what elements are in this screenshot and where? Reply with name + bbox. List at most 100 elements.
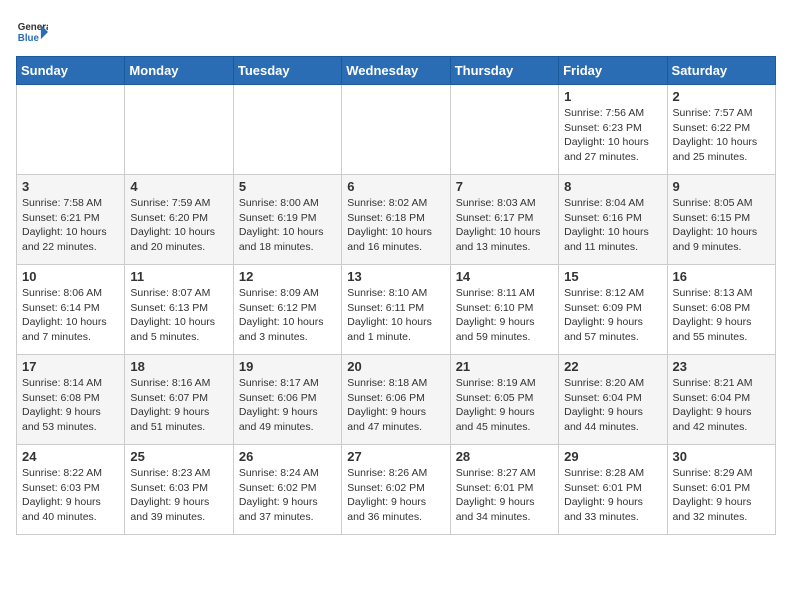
day-info: Sunrise: 8:14 AM Sunset: 6:08 PM Dayligh… bbox=[22, 376, 119, 435]
calendar-cell: 23Sunrise: 8:21 AM Sunset: 6:04 PM Dayli… bbox=[667, 355, 775, 445]
day-info: Sunrise: 8:03 AM Sunset: 6:17 PM Dayligh… bbox=[456, 196, 553, 255]
weekday-header-thursday: Thursday bbox=[450, 57, 558, 85]
logo-icon: General Blue bbox=[16, 16, 48, 48]
day-info: Sunrise: 8:13 AM Sunset: 6:08 PM Dayligh… bbox=[673, 286, 770, 345]
calendar-cell: 10 Sunrise: 8:06 AM Sunset: 6:14 PM Dayli… bbox=[17, 265, 125, 355]
day-number: 6 bbox=[347, 179, 444, 194]
logo: General Blue bbox=[16, 16, 48, 48]
calendar-cell: 1 Sunrise: 7:56 AM Sunset: 6:23 PM Daylig… bbox=[559, 85, 667, 175]
day-info: Sunrise: 8:16 AM Sunset: 6:07 PM Dayligh… bbox=[130, 376, 227, 435]
day-number: 10 bbox=[22, 269, 119, 284]
calendar-week-1: 1 Sunrise: 7:56 AM Sunset: 6:23 PM Daylig… bbox=[17, 85, 776, 175]
calendar-cell bbox=[17, 85, 125, 175]
calendar-cell: 22 Sunrise: 8:20 AM Sunset: 6:04 PM Dayli… bbox=[559, 355, 667, 445]
day-number: 15 bbox=[564, 269, 661, 284]
calendar-cell: 26 Sunrise: 8:24 AM Sunset: 6:02 PM Dayli… bbox=[233, 445, 341, 535]
day-info: Sunrise: 8:07 AM Sunset: 6:13 PM Dayligh… bbox=[130, 286, 227, 345]
day-info: Sunrise: 8:10 AM Sunset: 6:11 PM Dayligh… bbox=[347, 286, 444, 345]
weekday-header-sunday: Sunday bbox=[17, 57, 125, 85]
day-number: 29 bbox=[564, 449, 661, 464]
calendar-header: SundayMondayTuesdayWednesdayThursdayFrid… bbox=[17, 57, 776, 85]
day-number: 16 bbox=[673, 269, 770, 284]
day-number: 2 bbox=[673, 89, 770, 104]
day-info: Sunrise: 8:09 AM Sunset: 6:12 PM Dayligh… bbox=[239, 286, 336, 345]
weekday-header-tuesday: Tuesday bbox=[233, 57, 341, 85]
day-info: Sunrise: 8:24 AM Sunset: 6:02 PM Dayligh… bbox=[239, 466, 336, 525]
day-number: 30 bbox=[673, 449, 770, 464]
calendar-cell: 15 Sunrise: 8:12 AM Sunset: 6:09 PM Dayli… bbox=[559, 265, 667, 355]
day-number: 25 bbox=[130, 449, 227, 464]
calendar-cell: 18Sunrise: 8:16 AM Sunset: 6:07 PM Dayli… bbox=[125, 355, 233, 445]
calendar-cell: 5 Sunrise: 8:00 AM Sunset: 6:19 PM Daylig… bbox=[233, 175, 341, 265]
day-number: 20 bbox=[347, 359, 444, 374]
day-number: 12 bbox=[239, 269, 336, 284]
calendar-cell: 19Sunrise: 8:17 AM Sunset: 6:06 PM Dayli… bbox=[233, 355, 341, 445]
weekday-header-monday: Monday bbox=[125, 57, 233, 85]
day-number: 22 bbox=[564, 359, 661, 374]
day-info: Sunrise: 8:18 AM Sunset: 6:06 PM Dayligh… bbox=[347, 376, 444, 435]
calendar-cell: 20 Sunrise: 8:18 AM Sunset: 6:06 PM Dayli… bbox=[342, 355, 450, 445]
calendar-cell: 9 Sunrise: 8:05 AM Sunset: 6:15 PM Daylig… bbox=[667, 175, 775, 265]
day-info: Sunrise: 8:05 AM Sunset: 6:15 PM Dayligh… bbox=[673, 196, 770, 255]
calendar-cell: 29 Sunrise: 8:28 AM Sunset: 6:01 PM Dayli… bbox=[559, 445, 667, 535]
day-info: Sunrise: 8:26 AM Sunset: 6:02 PM Dayligh… bbox=[347, 466, 444, 525]
day-info: Sunrise: 8:28 AM Sunset: 6:01 PM Dayligh… bbox=[564, 466, 661, 525]
day-info: Sunrise: 8:23 AM Sunset: 6:03 PM Dayligh… bbox=[130, 466, 227, 525]
day-number: 26 bbox=[239, 449, 336, 464]
day-info: Sunrise: 8:00 AM Sunset: 6:19 PM Dayligh… bbox=[239, 196, 336, 255]
day-number: 1 bbox=[564, 89, 661, 104]
day-number: 28 bbox=[456, 449, 553, 464]
calendar-cell: 6 Sunrise: 8:02 AM Sunset: 6:18 PM Daylig… bbox=[342, 175, 450, 265]
calendar-cell bbox=[342, 85, 450, 175]
calendar-cell bbox=[125, 85, 233, 175]
weekday-header-saturday: Saturday bbox=[667, 57, 775, 85]
day-number: 27 bbox=[347, 449, 444, 464]
calendar-cell: 24Sunrise: 8:22 AM Sunset: 6:03 PM Dayli… bbox=[17, 445, 125, 535]
day-number: 4 bbox=[130, 179, 227, 194]
day-info: Sunrise: 8:19 AM Sunset: 6:05 PM Dayligh… bbox=[456, 376, 553, 435]
calendar-cell bbox=[450, 85, 558, 175]
day-info: Sunrise: 8:27 AM Sunset: 6:01 PM Dayligh… bbox=[456, 466, 553, 525]
day-info: Sunrise: 8:04 AM Sunset: 6:16 PM Dayligh… bbox=[564, 196, 661, 255]
day-number: 11 bbox=[130, 269, 227, 284]
day-number: 9 bbox=[673, 179, 770, 194]
day-info: Sunrise: 8:02 AM Sunset: 6:18 PM Dayligh… bbox=[347, 196, 444, 255]
calendar-cell: 21 Sunrise: 8:19 AM Sunset: 6:05 PM Dayli… bbox=[450, 355, 558, 445]
day-number: 3 bbox=[22, 179, 119, 194]
calendar-cell: 25 Sunrise: 8:23 AM Sunset: 6:03 PM Dayli… bbox=[125, 445, 233, 535]
calendar-cell: 4 Sunrise: 7:59 AM Sunset: 6:20 PM Daylig… bbox=[125, 175, 233, 265]
day-info: Sunrise: 8:20 AM Sunset: 6:04 PM Dayligh… bbox=[564, 376, 661, 435]
calendar-cell: 11 Sunrise: 8:07 AM Sunset: 6:13 PM Dayli… bbox=[125, 265, 233, 355]
day-number: 21 bbox=[456, 359, 553, 374]
calendar-cell: 16 Sunrise: 8:13 AM Sunset: 6:08 PM Dayli… bbox=[667, 265, 775, 355]
calendar-cell: 13 Sunrise: 8:10 AM Sunset: 6:11 PM Dayli… bbox=[342, 265, 450, 355]
day-info: Sunrise: 7:58 AM Sunset: 6:21 PM Dayligh… bbox=[22, 196, 119, 255]
calendar-cell: 27 Sunrise: 8:26 AM Sunset: 6:02 PM Dayli… bbox=[342, 445, 450, 535]
day-info: Sunrise: 8:06 AM Sunset: 6:14 PM Dayligh… bbox=[22, 286, 119, 345]
day-number: 5 bbox=[239, 179, 336, 194]
day-info: Sunrise: 7:59 AM Sunset: 6:20 PM Dayligh… bbox=[130, 196, 227, 255]
calendar-cell: 3 Sunrise: 7:58 AM Sunset: 6:21 PM Daylig… bbox=[17, 175, 125, 265]
day-number: 17 bbox=[22, 359, 119, 374]
svg-text:Blue: Blue bbox=[18, 33, 40, 44]
page-header: General Blue bbox=[16, 16, 776, 48]
day-number: 13 bbox=[347, 269, 444, 284]
day-info: Sunrise: 8:11 AM Sunset: 6:10 PM Dayligh… bbox=[456, 286, 553, 345]
day-number: 14 bbox=[456, 269, 553, 284]
day-info: Sunrise: 7:57 AM Sunset: 6:22 PM Dayligh… bbox=[673, 106, 770, 165]
calendar-body: 1 Sunrise: 7:56 AM Sunset: 6:23 PM Daylig… bbox=[17, 85, 776, 535]
calendar-cell bbox=[233, 85, 341, 175]
day-info: Sunrise: 8:21 AM Sunset: 6:04 PM Dayligh… bbox=[673, 376, 770, 435]
calendar-week-3: 10 Sunrise: 8:06 AM Sunset: 6:14 PM Dayli… bbox=[17, 265, 776, 355]
calendar-cell: 28 Sunrise: 8:27 AM Sunset: 6:01 PM Dayli… bbox=[450, 445, 558, 535]
day-number: 24 bbox=[22, 449, 119, 464]
calendar-cell: 30 Sunrise: 8:29 AM Sunset: 6:01 PM Dayli… bbox=[667, 445, 775, 535]
weekday-header-wednesday: Wednesday bbox=[342, 57, 450, 85]
day-info: Sunrise: 8:29 AM Sunset: 6:01 PM Dayligh… bbox=[673, 466, 770, 525]
calendar-cell: 2 Sunrise: 7:57 AM Sunset: 6:22 PM Daylig… bbox=[667, 85, 775, 175]
day-number: 7 bbox=[456, 179, 553, 194]
day-number: 8 bbox=[564, 179, 661, 194]
day-info: Sunrise: 8:12 AM Sunset: 6:09 PM Dayligh… bbox=[564, 286, 661, 345]
day-info: Sunrise: 7:56 AM Sunset: 6:23 PM Dayligh… bbox=[564, 106, 661, 165]
calendar-cell: 17 Sunrise: 8:14 AM Sunset: 6:08 PM Dayli… bbox=[17, 355, 125, 445]
